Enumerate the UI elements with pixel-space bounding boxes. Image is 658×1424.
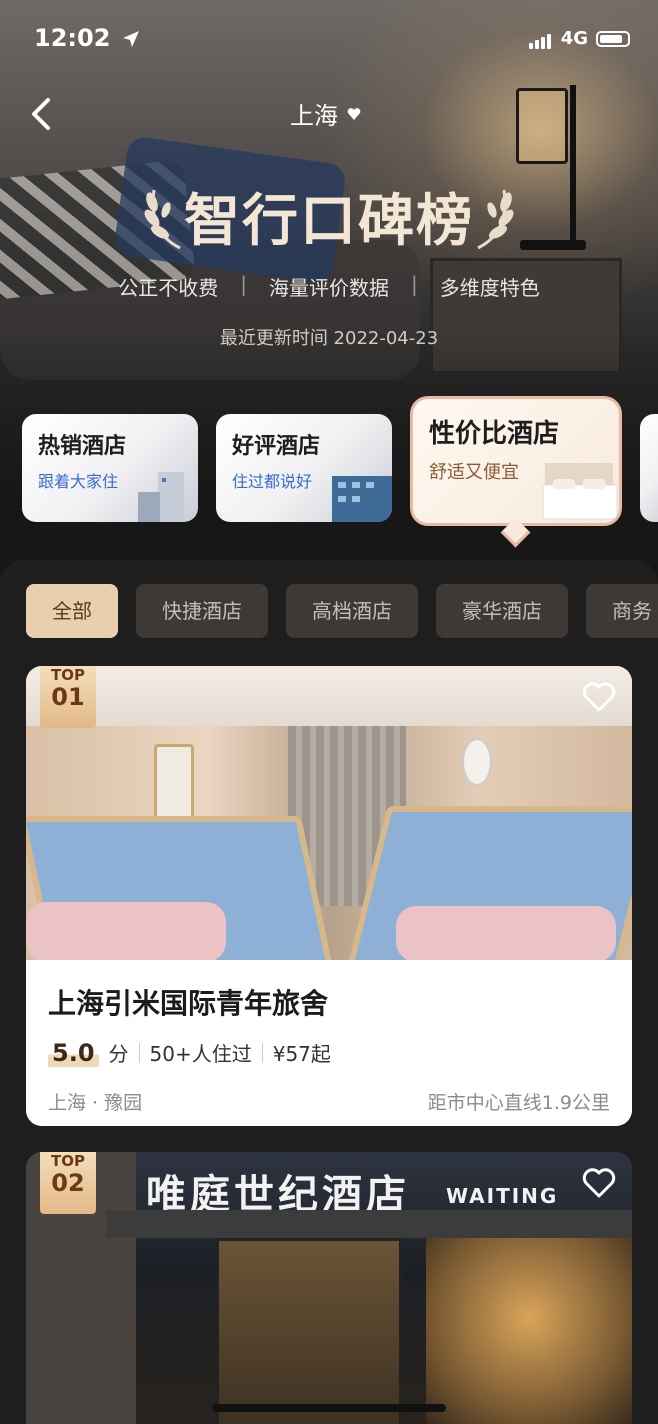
rank-label: TOP xyxy=(51,1152,85,1170)
meta-divider xyxy=(138,1042,140,1063)
building-icon xyxy=(332,476,392,522)
category-card-hot[interactable]: 热销酒店 跟着大家住 xyxy=(22,414,198,522)
filter-chip-business[interactable]: 商务 xyxy=(586,584,658,638)
lamp-image xyxy=(516,88,568,164)
category-title: 性价比酒店 xyxy=(429,419,560,449)
hotel-distance: 距市中心直线1.9公里 xyxy=(427,1092,610,1114)
photo-canopy xyxy=(106,1210,632,1238)
hotel-photo: 唯庭世纪酒店 WAITING HOTEL xyxy=(26,1152,632,1424)
filter-chip-budget[interactable]: 快捷酒店 xyxy=(136,584,268,638)
tag-divider: | xyxy=(411,272,418,296)
photo-ceiling xyxy=(26,666,632,726)
network-label: 4G xyxy=(560,28,588,49)
photo-pillow xyxy=(26,902,226,962)
filter-chips: 全部 快捷酒店 高档酒店 豪华酒店 商务 xyxy=(26,584,658,638)
meta-divider xyxy=(261,1042,263,1063)
back-button[interactable] xyxy=(24,94,64,134)
hotel-info: 上海引米国际青年旅舍 5.0 分 50+人住过 ¥57起 上海 · 豫园 距市中… xyxy=(26,960,632,1126)
filter-chip-upscale[interactable]: 高档酒店 xyxy=(286,584,418,638)
status-time: 12:02 xyxy=(34,24,141,52)
rank-badge: TOP 01 xyxy=(40,666,96,728)
chevron-left-icon xyxy=(32,98,50,130)
rank-number: 02 xyxy=(51,1169,85,1197)
category-title: 好评酒店 xyxy=(232,434,321,459)
tag-divider: | xyxy=(240,272,247,296)
heart-icon[interactable] xyxy=(582,682,616,712)
category-card-next[interactable] xyxy=(640,414,658,522)
photo-entrance xyxy=(216,1238,402,1424)
photo-wall-clock xyxy=(462,738,492,786)
score-unit: 分 xyxy=(108,1042,129,1066)
location-arrow-icon xyxy=(122,31,139,47)
hotel-price: ¥57起 xyxy=(272,1042,331,1066)
status-indicators: 4G xyxy=(528,28,630,49)
hotel-meta: 5.0 分 50+人住过 ¥57起 xyxy=(48,1038,331,1067)
photo-lobby-lights xyxy=(426,1238,632,1424)
category-card-value[interactable]: 性价比酒店 舒适又便宜 xyxy=(410,396,622,526)
photo-pillow xyxy=(396,906,616,962)
tag-item: 公正不收费 xyxy=(118,276,219,300)
battery-icon xyxy=(596,30,630,47)
city-label: 上海 xyxy=(290,102,338,130)
rank-number: 01 xyxy=(51,683,85,711)
feature-tags: 公正不收费 | 海量评价数据 | 多维度特色 xyxy=(0,272,658,301)
rank-label: TOP xyxy=(51,666,85,684)
dropdown-heart-icon xyxy=(347,107,361,120)
filter-chip-luxury[interactable]: 豪华酒店 xyxy=(436,584,568,638)
home-indicator[interactable] xyxy=(212,1404,446,1412)
hotel-photo xyxy=(26,666,632,978)
hotel-location: 上海 · 豫园 xyxy=(48,1092,143,1114)
city-selector[interactable]: 上海 xyxy=(290,96,362,131)
page-title: 智行口碑榜 xyxy=(184,189,474,254)
hotel-card[interactable]: TOP 01 上海引米国际青年旅舍 5.0 分 50+人住过 ¥57起 上海 ·… xyxy=(26,666,632,1126)
building-icon xyxy=(138,472,184,522)
category-card-rated[interactable]: 好评酒店 住过都说好 xyxy=(216,414,392,522)
category-carousel: 热销酒店 跟着大家住 好评酒店 住过都说好 性价比酒店 舒适又便宜 xyxy=(0,396,658,546)
tag-item: 多维度特色 xyxy=(439,276,540,300)
tag-item: 海量评价数据 xyxy=(269,276,389,300)
heart-icon[interactable] xyxy=(582,1168,616,1198)
hotel-card[interactable]: 唯庭世纪酒店 WAITING HOTEL TOP 02 xyxy=(26,1152,632,1424)
filter-chip-all[interactable]: 全部 xyxy=(26,584,118,638)
update-time: 最近更新时间 2022-04-23 xyxy=(219,328,439,349)
ranking-list: 全部 快捷酒店 高档酒店 豪华酒店 商务 TOP 01 上海引米国际青年旅舍 5… xyxy=(0,560,658,1424)
hotel-name: 上海引米国际青年旅舍 xyxy=(48,987,329,1020)
stayed-count: 50+人住过 xyxy=(149,1042,252,1066)
bed-icon xyxy=(542,463,618,520)
rank-badge: TOP 02 xyxy=(40,1152,96,1214)
hotel-score: 5.0 xyxy=(48,1038,99,1067)
signal-icon xyxy=(528,28,553,49)
category-title: 热销酒店 xyxy=(38,434,127,459)
